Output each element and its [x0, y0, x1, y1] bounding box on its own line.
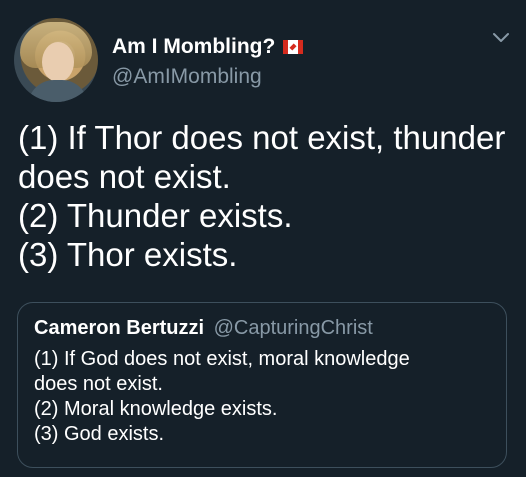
quoted-author-handle: @CapturingChrist [213, 317, 373, 339]
quoted-tweet[interactable]: Cameron Bertuzzi @CapturingChrist (1) If… [17, 302, 507, 468]
quoted-line: (1) If God does not exist, moral knowled… [34, 348, 410, 370]
tweet-line: (2) Thunder exists. [18, 197, 293, 234]
chevron-down-icon[interactable] [492, 32, 510, 44]
tweet-line: does not exist. [18, 158, 231, 195]
quoted-tweet-text: (1) If God does not exist, moral knowled… [34, 347, 494, 447]
quoted-author-name: Cameron Bertuzzi [34, 317, 205, 339]
tweet-line: (1) If Thor does not exist, thunder [18, 119, 506, 156]
avatar-face [42, 42, 74, 82]
author-name-text: Am I Mombling? [112, 35, 276, 58]
avatar[interactable] [14, 18, 98, 102]
avatar-scarf [28, 80, 88, 102]
tweet-text: (1) If Thor does not exist, thunder does… [18, 118, 514, 274]
quoted-line: (3) God exists. [34, 423, 165, 445]
quoted-tweet-header: Cameron Bertuzzi @CapturingChrist [34, 317, 373, 340]
author-display-name[interactable]: Am I Mombling? [112, 35, 304, 59]
quoted-line: (2) Moral knowledge exists. [34, 398, 278, 420]
canada-flag-icon [283, 40, 304, 54]
author-handle[interactable]: @AmIMombling [112, 65, 262, 89]
quoted-line: does not exist. [34, 373, 163, 395]
tweet-line: (3) Thor exists. [18, 236, 238, 273]
